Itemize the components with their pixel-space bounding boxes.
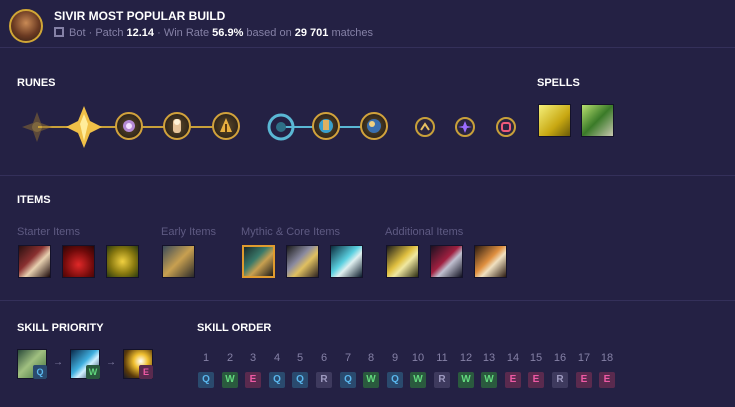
bot-lane-icon	[54, 27, 64, 37]
level-number: 7	[344, 352, 352, 364]
patch-label: Patch	[95, 27, 124, 39]
health-potion-icon[interactable]	[62, 245, 95, 278]
heal-spell-icon[interactable]	[581, 104, 614, 137]
priority-arrow: →	[53, 357, 63, 368]
skill-priority-key-e: E	[139, 365, 153, 379]
champion-avatar[interactable]	[9, 9, 43, 43]
win-rate-label: Win Rate	[163, 27, 210, 39]
adaptive-force-shard-icon[interactable]	[455, 117, 475, 137]
skill-order-key: W	[222, 372, 238, 388]
skill-priority-key-q: Q	[33, 365, 47, 379]
divider	[0, 175, 735, 176]
priority-arrow: →	[106, 357, 116, 368]
conqueror-keystone-icon[interactable]	[64, 105, 104, 149]
skill-order-key: R	[552, 372, 568, 388]
based-on-label: based on	[246, 27, 292, 39]
level-number: 15	[529, 352, 543, 364]
pickaxe-icon[interactable]	[162, 245, 195, 278]
infinity-edge-icon[interactable]	[474, 245, 507, 278]
divider	[0, 300, 735, 301]
skill-order-key: E	[599, 372, 615, 388]
skill-order-key: W	[481, 372, 497, 388]
cosmic-insight-rune-icon[interactable]	[360, 112, 388, 140]
separator: ·	[88, 27, 93, 39]
level-number: 4	[273, 352, 281, 364]
patch-value: 12.14	[126, 27, 155, 39]
dorans-blade-icon[interactable]	[18, 245, 51, 278]
items-title: ITEMS	[17, 194, 51, 206]
triumph-rune-icon[interactable]	[115, 112, 143, 140]
armor-shard-icon[interactable]	[496, 117, 516, 137]
skill-order-title: SKILL ORDER	[197, 322, 272, 334]
stealth-ward-icon[interactable]	[106, 245, 139, 278]
skill-order-key: R	[316, 372, 332, 388]
skill-order-key: E	[576, 372, 592, 388]
level-number: 5	[296, 352, 304, 364]
starter-items-label: Starter Items	[17, 226, 80, 238]
skill-priority-title: SKILL PRIORITY	[17, 322, 104, 334]
level-number: 3	[249, 352, 257, 364]
lane-label: Bot	[69, 27, 86, 39]
essence-reaver-icon[interactable]	[386, 245, 419, 278]
inspiration-rune-icon[interactable]	[266, 112, 296, 142]
core-items-label: Mythic & Core Items	[241, 226, 341, 238]
level-number: 14	[506, 352, 520, 364]
skill-order-key: W	[410, 372, 426, 388]
skill-order-key: Q	[292, 372, 308, 388]
skill-order-key: Q	[269, 372, 285, 388]
navori-quickblades-icon[interactable]	[330, 245, 363, 278]
level-number: 13	[482, 352, 496, 364]
level-number: 18	[600, 352, 614, 364]
skill-order-key: Q	[387, 372, 403, 388]
biscuit-delivery-rune-icon[interactable]	[312, 112, 340, 140]
build-header: SIVIR MOST POPULAR BUILD Bot · Patch 12.…	[0, 0, 735, 48]
skill-order-key: E	[528, 372, 544, 388]
skill-order-key: Q	[340, 372, 356, 388]
level-number: 2	[226, 352, 234, 364]
skill-order-key: W	[363, 372, 379, 388]
matches-label: matches	[331, 27, 374, 39]
flash-spell-icon[interactable]	[538, 104, 571, 137]
level-number: 6	[320, 352, 328, 364]
level-number: 12	[459, 352, 473, 364]
level-number: 17	[577, 352, 591, 364]
matches-count: 29 701	[294, 27, 329, 39]
level-number: 10	[411, 352, 425, 364]
attack-speed-shard-icon[interactable]	[415, 117, 435, 137]
runes-title: RUNES	[17, 77, 56, 89]
separator: ·	[157, 27, 161, 39]
skill-order-key: Q	[198, 372, 214, 388]
immortal-shieldbow-icon[interactable]	[242, 245, 275, 278]
level-number: 1	[202, 352, 210, 364]
skill-order-key: E	[245, 372, 261, 388]
lethal-tempo-keystone-icon[interactable]	[20, 110, 54, 144]
skill-order-key: R	[434, 372, 450, 388]
skill-order-key: E	[505, 372, 521, 388]
level-number: 16	[553, 352, 567, 364]
build-meta: Bot · Patch 12.14 · Win Rate 56.9% based…	[54, 27, 373, 39]
level-number: 8	[367, 352, 375, 364]
early-items-label: Early Items	[161, 226, 217, 238]
serpents-fang-icon[interactable]	[430, 245, 463, 278]
level-number: 11	[436, 352, 448, 364]
additional-items-label: Additional Items	[385, 226, 464, 238]
spells-title: SPELLS	[537, 77, 580, 89]
berserkers-greaves-icon[interactable]	[286, 245, 319, 278]
skill-priority-key-w: W	[86, 365, 100, 379]
legend-alacrity-rune-icon[interactable]	[163, 112, 191, 140]
cut-down-rune-icon[interactable]	[212, 112, 240, 140]
level-number: 9	[391, 352, 399, 364]
page-title: SIVIR MOST POPULAR BUILD	[54, 9, 226, 23]
win-rate-value: 56.9%	[212, 27, 244, 39]
skill-order-key: W	[458, 372, 474, 388]
